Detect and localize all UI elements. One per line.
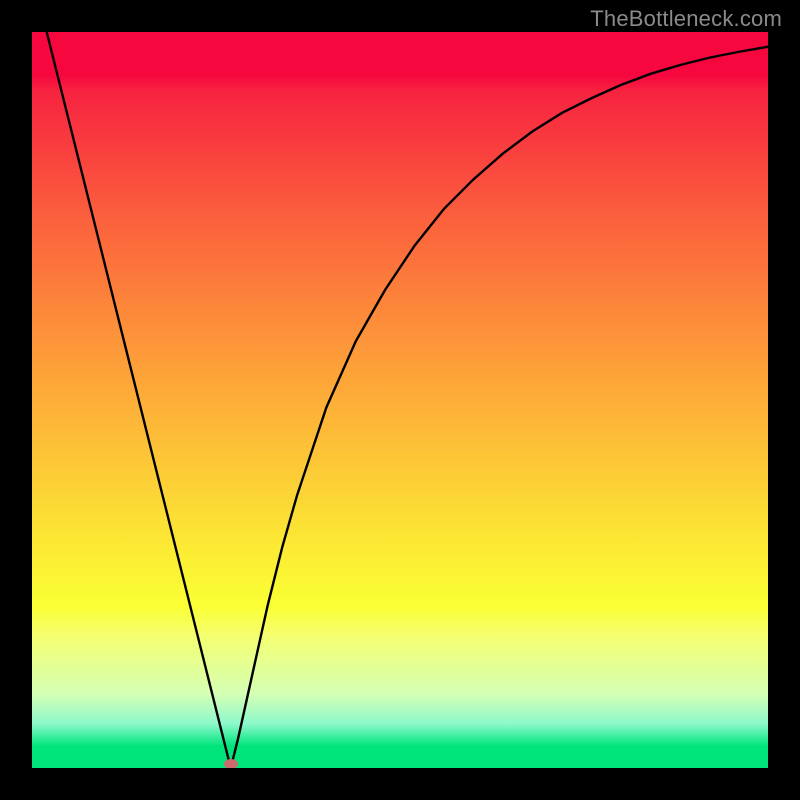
chart-container: TheBottleneck.com: [0, 0, 800, 800]
watermark-text: TheBottleneck.com: [590, 6, 782, 31]
minimum-marker: [224, 759, 238, 768]
watermark: TheBottleneck.com: [590, 6, 782, 32]
plot-area: [32, 32, 768, 768]
gradient-background: [32, 32, 768, 768]
